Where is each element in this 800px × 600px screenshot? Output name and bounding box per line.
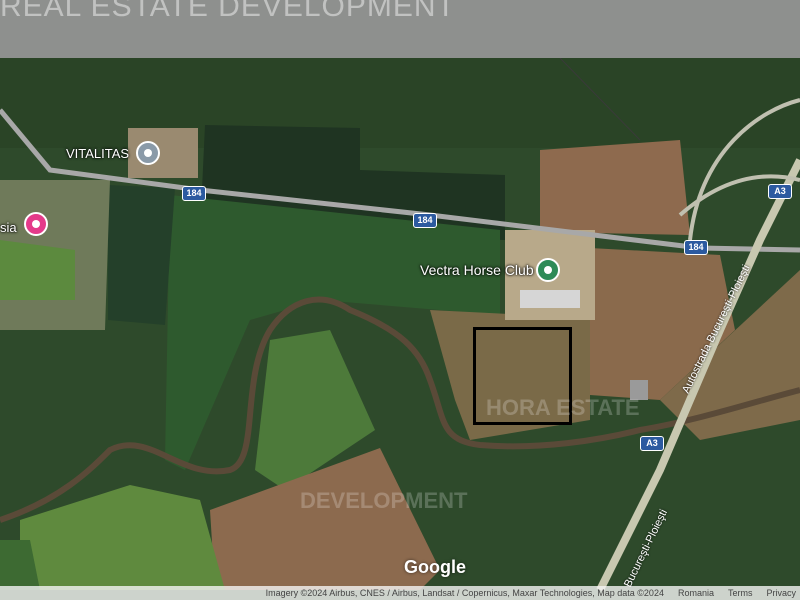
shop-pin-icon[interactable] <box>24 212 48 236</box>
terms-link[interactable]: Terms <box>728 586 753 600</box>
road-shield-184: 184 <box>413 213 437 228</box>
watermark-estate: HORA ESTATE <box>486 395 640 420</box>
watermark-development: DEVELOPMENT <box>300 488 468 513</box>
watermark-top: REAL ESTATE DEVELOPMENT <box>0 0 456 23</box>
attribution-bar: Imagery ©2024 Airbus, CNES / Airbus, Lan… <box>0 586 800 600</box>
poi-label-vectra-horse-club[interactable]: Vectra Horse Club <box>420 262 534 278</box>
location-pin-icon[interactable] <box>136 141 160 165</box>
location-pin-icon[interactable] <box>536 258 560 282</box>
poi-label-vitalitas[interactable]: VITALITAS <box>66 146 129 161</box>
road-shield-a3: A3 <box>640 436 664 451</box>
privacy-link[interactable]: Privacy <box>766 586 796 600</box>
vectra-buildings <box>520 290 580 308</box>
attribution-imagery: Imagery ©2024 Airbus, CNES / Airbus, Lan… <box>265 588 664 598</box>
google-logo: Google <box>404 557 466 577</box>
poi-label-sia[interactable]: sia <box>0 220 17 235</box>
attribution-country: Romania <box>677 588 714 598</box>
road-shield-184: 184 <box>182 186 206 201</box>
lawn-west <box>0 240 75 300</box>
forest-north <box>0 58 800 148</box>
road-shield-184: 184 <box>684 240 708 255</box>
brown-field-ne <box>540 140 690 235</box>
top-banner: REAL ESTATE DEVELOPMENT <box>0 0 800 58</box>
field-west <box>108 185 175 325</box>
road-shield-a3: A3 <box>768 184 792 199</box>
